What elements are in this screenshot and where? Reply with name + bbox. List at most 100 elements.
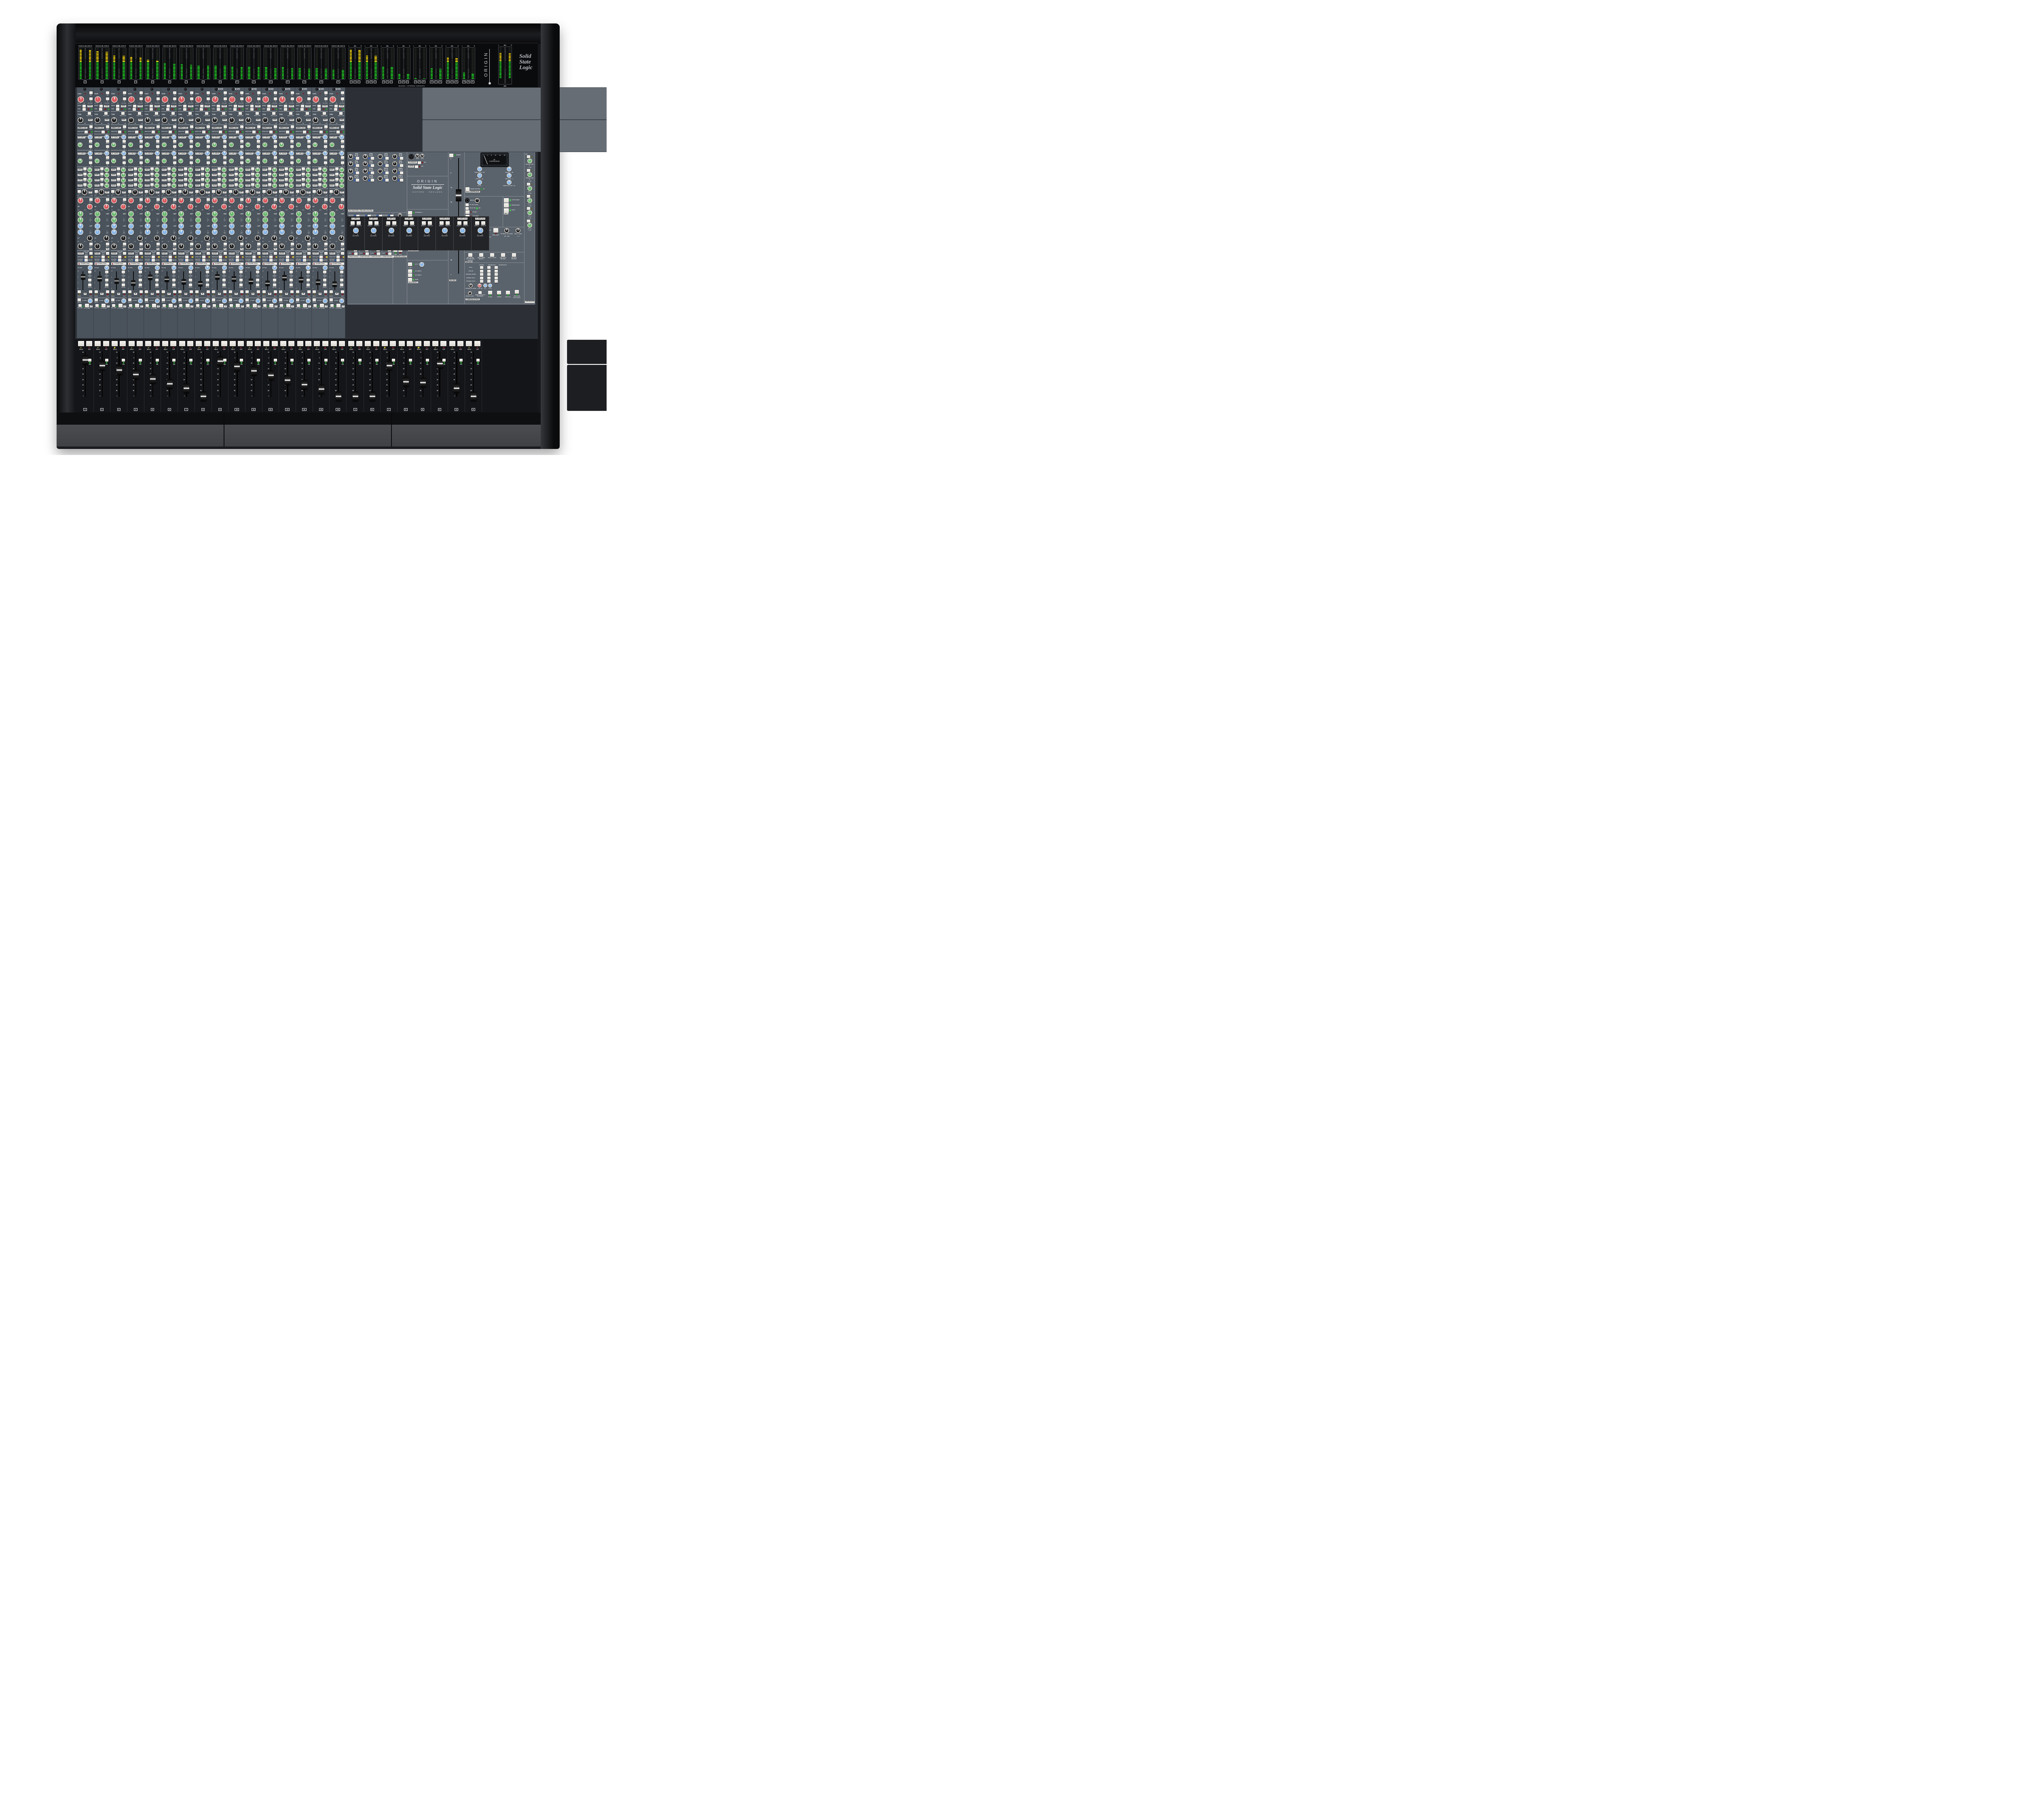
hf-freq-knob[interactable] [188,204,193,210]
direct-path-flip-button[interactable] [319,131,323,133]
buses-path-flip-button[interactable] [286,256,289,258]
hmf-freq-knob[interactable] [162,217,167,223]
aux4-pre-button[interactable] [235,183,238,186]
lf-pan-knob[interactable] [171,298,176,303]
aux3-pre-button[interactable] [302,178,305,181]
st-cue-b-pan-knob[interactable] [256,151,260,156]
mono-l-button[interactable] [404,221,408,225]
solo-level-knob[interactable] [516,228,520,233]
balance-knob[interactable] [478,228,483,233]
direct-pre-button[interactable] [240,125,243,128]
phase-button[interactable] [257,97,260,100]
solo-button[interactable] [415,341,421,346]
small-fader-cap[interactable] [198,281,203,286]
solo-button[interactable] [196,341,202,346]
lf-ins-in-button[interactable] [296,298,299,301]
aux3-pre-button[interactable] [251,178,254,181]
sf-0db-button[interactable] [307,279,310,281]
sf-solo-button[interactable] [95,290,98,293]
aux2-knob[interactable] [239,173,243,178]
fader-0db-button[interactable] [409,359,412,362]
aux3-knob[interactable] [255,178,260,183]
sf-from-lf-button[interactable] [256,271,259,273]
fader-0db-button[interactable] [392,359,395,362]
aux3-pre-button[interactable] [134,178,137,181]
aux3-knob[interactable] [188,178,193,183]
cut-button[interactable] [154,341,160,346]
cue-afl-button[interactable] [527,155,530,158]
hpf-knob[interactable] [182,189,188,195]
cut-button[interactable] [356,341,362,346]
lf-pan-knob[interactable] [323,298,328,303]
drive-button[interactable] [267,105,271,108]
direct-path-flip-button[interactable] [185,131,188,133]
lf-gain-knob[interactable] [111,243,117,249]
small-fader[interactable] [301,271,302,290]
channel-fader[interactable] [118,351,119,397]
lf-ins-pre-button[interactable] [230,304,233,307]
direct-pre-button[interactable] [140,125,143,128]
comms-matrix-button[interactable] [487,266,491,269]
fader-cap[interactable] [387,361,392,370]
lmf-freq-knob[interactable] [111,229,117,235]
hpf-in-button[interactable] [195,190,199,193]
hpf-in-button[interactable] [330,190,333,193]
bus-trim-knob[interactable] [348,154,353,159]
st-cue-b-level-knob[interactable] [262,159,267,163]
st-cue-a-sf-button[interactable] [223,145,226,148]
aux3-pre-button[interactable] [83,178,87,181]
st-cue-a-post-button[interactable] [190,140,193,143]
alt-mon1-button[interactable] [408,269,412,273]
lmf-freq-knob[interactable] [78,229,83,235]
lf-ins-in-button[interactable] [95,298,98,301]
st-cue-b-level-knob[interactable] [95,159,99,163]
phantom-48v-button[interactable] [257,91,260,94]
st-cue-b-post-button[interactable] [240,156,243,159]
st-cue-a-post-button[interactable] [341,140,344,143]
solo-button[interactable] [382,341,388,346]
small-fader[interactable] [200,271,201,290]
bus-route-button[interactable] [371,157,374,160]
lf-ins-in-button[interactable] [229,298,232,301]
sf-ins-in-button[interactable] [105,284,108,286]
path-flip-button[interactable] [289,112,292,115]
small-fader[interactable] [284,271,285,290]
lf-to-mix-button[interactable] [85,304,89,307]
gain-knob[interactable] [162,96,168,103]
comms-matrix-button[interactable] [487,270,491,273]
lf-to-mix-button[interactable] [236,304,240,307]
fader-0db-button[interactable] [139,359,142,362]
hpf-knob[interactable] [233,189,239,195]
aux1-knob[interactable] [222,167,226,172]
sf-pan-knob[interactable] [239,265,243,270]
fader-0db-button[interactable] [375,359,379,362]
aux3-pre-button[interactable] [285,178,288,181]
hf-gain-knob[interactable] [78,198,83,203]
phase-button[interactable] [123,97,126,100]
aux3-pre-button[interactable] [184,178,187,181]
sf-cut-button[interactable] [173,290,176,293]
sf-solo-button[interactable] [313,290,316,293]
sf-0db-button[interactable] [139,279,142,281]
aux4-knob[interactable] [138,183,143,188]
hf-freq-knob[interactable] [104,204,109,210]
st-cue-b-pan-knob[interactable] [205,151,210,156]
fader-0db-button[interactable] [156,359,159,362]
small-fader-cap[interactable] [299,277,303,282]
st-cue-a-post-button[interactable] [307,140,311,143]
bus-route-button[interactable] [385,171,389,174]
fader-0db-button[interactable] [358,359,362,362]
fader-0db-button[interactable] [105,359,108,362]
lf-to-mix-button[interactable] [102,304,106,307]
follow-path-pan-button[interactable] [89,252,93,255]
route-button[interactable] [152,259,155,262]
direct-path-flip-button[interactable] [102,131,105,133]
st-cue-b-pan-knob[interactable] [222,151,227,156]
aux4-knob[interactable] [322,183,327,188]
drive-button[interactable] [200,105,203,108]
comms-matrix-button[interactable] [480,270,483,273]
aux2-pre-button[interactable] [268,173,271,176]
st-cue-b-sf-button[interactable] [341,161,344,164]
cut-button[interactable] [103,341,109,346]
lf-gain-knob[interactable] [145,243,150,249]
